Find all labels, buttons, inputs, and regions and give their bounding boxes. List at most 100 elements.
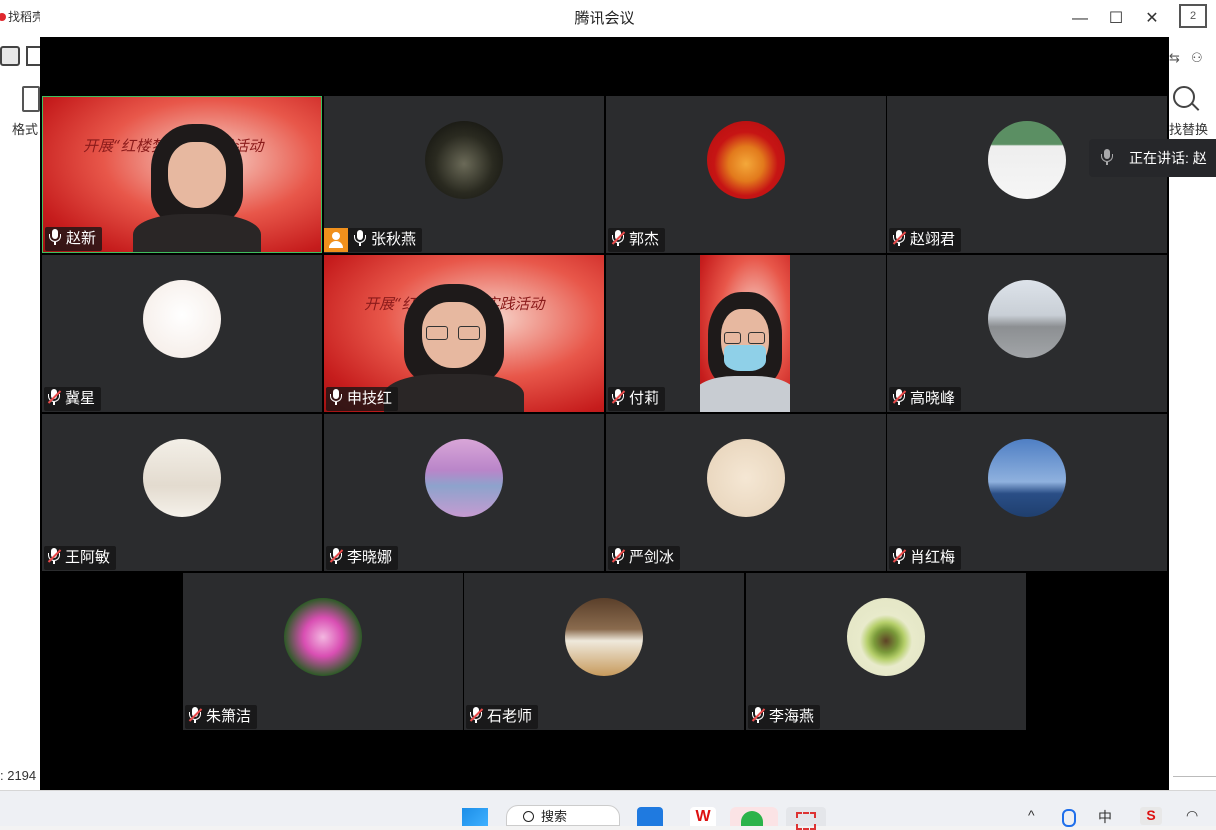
pink-flower-avatar [284, 598, 362, 676]
cat-under-globe-avatar [988, 121, 1066, 199]
muted-mic-icon [611, 548, 626, 564]
muted-mic-icon [611, 389, 626, 405]
participant-name-tag: 赵翊君 [889, 228, 962, 252]
user-add-icon[interactable]: ⚇ [1191, 50, 1203, 66]
participant-name-tag: 郭杰 [608, 228, 666, 252]
participant-tile[interactable]: 高晓峰 [887, 255, 1167, 412]
participant-tile[interactable]: 李晓娜 [324, 414, 604, 571]
participant-name-tag: 付莉 [608, 387, 666, 411]
step-icon[interactable]: ⇆ [1169, 50, 1180, 66]
participant-tile[interactable]: 郭杰 [606, 96, 886, 253]
participant-person [384, 284, 524, 412]
participant-name-tag: 申技红 [326, 387, 399, 411]
page-badge-icon[interactable]: 2 [1179, 4, 1207, 28]
muted-mic-icon [469, 707, 484, 723]
muted-mic-icon [751, 707, 766, 723]
taskbar: 搜索 W ^ 中 S ◠ [0, 790, 1216, 830]
sea-horizon-avatar [988, 439, 1066, 517]
find-replace-icon[interactable] [1173, 86, 1195, 108]
title-bar: 腾讯会议 — ☐ ✕ [40, 0, 1169, 37]
host-icon [324, 228, 348, 252]
camel-statue-avatar [425, 121, 503, 199]
mic-icon [1101, 149, 1113, 165]
snipping-tool-icon[interactable] [786, 807, 826, 830]
participant-name-tag: 石老师 [466, 705, 539, 729]
participant-tile[interactable]: 开展“红楼梦”教育实践活动 赵新 [42, 96, 322, 253]
wechat-app-icon[interactable] [730, 807, 778, 826]
participant-name: 朱箫洁 [206, 708, 252, 725]
wps-app-icon[interactable]: W [690, 807, 716, 826]
participant-tile[interactable]: 严剑冰 [606, 414, 886, 571]
meeting-window: 腾讯会议 — ☐ ✕ 开展“红楼梦”教育实践活动 赵新 张秋燕 郭杰 赵翊君 冀… [40, 0, 1169, 790]
participant-tile[interactable]: 开展“红楼梦”教育实践活动 申技红 [324, 255, 604, 412]
purple-sky-avatar [425, 439, 503, 517]
participant-tile[interactable]: 王阿敏 [42, 414, 322, 571]
participant-name: 付莉 [629, 390, 660, 407]
mic-icon [330, 389, 342, 405]
window-title: 腾讯会议 [574, 10, 635, 27]
participant-tile[interactable]: 肖红梅 [887, 414, 1167, 571]
winter-trees-avatar [143, 439, 221, 517]
participant-name-tag: 张秋燕 [324, 228, 423, 252]
participant-name: 申技红 [347, 390, 393, 407]
participant-tile[interactable]: 冀星 [42, 255, 322, 412]
participant-name: 赵新 [66, 230, 97, 247]
tray-mic-icon[interactable] [1062, 809, 1076, 827]
taskbar-search[interactable]: 搜索 [506, 805, 620, 826]
avocado-avatar [847, 598, 925, 676]
participant-name: 李晓娜 [347, 549, 393, 566]
participant-name-tag: 朱箫洁 [185, 705, 258, 729]
tray-wps-icon[interactable]: S [1140, 807, 1162, 825]
participant-name-tag: 冀星 [44, 387, 102, 411]
participant-name-tag: 王阿敏 [44, 546, 117, 570]
find-replace-label: 找替换 [1169, 122, 1209, 137]
tiger-avatar [707, 121, 785, 199]
muted-mic-icon [892, 230, 907, 246]
maximize-button[interactable]: ☐ [1098, 0, 1134, 37]
background-tab[interactable]: 找稻壳 [0, 8, 40, 30]
participant-name: 李海燕 [769, 708, 815, 725]
speaking-indicator: 正在讲话: 赵 [1089, 139, 1216, 177]
participant-tile[interactable]: 张秋燕 [324, 96, 604, 253]
input-method-icon[interactable]: 中 [1098, 807, 1112, 827]
speaking-text: 正在讲话: 赵 [1129, 150, 1207, 166]
save-icon[interactable] [0, 46, 20, 66]
white-goose-avatar [565, 598, 643, 676]
background-tab-label: 找稻壳 [8, 10, 40, 24]
participant-tile[interactable]: 付莉 [606, 255, 886, 412]
muted-mic-icon [892, 389, 907, 405]
sketch-girl-avatar [143, 280, 221, 358]
cartoon-umbrella-avatar [707, 439, 785, 517]
mic-icon [354, 230, 366, 246]
format-brush-icon[interactable] [22, 86, 40, 112]
minimize-button[interactable]: — [1062, 0, 1098, 37]
background-app-right-panel: 2 ⇆ ⚇ 找替换 [1169, 0, 1216, 790]
divider [1173, 776, 1216, 777]
close-button[interactable]: ✕ [1134, 0, 1170, 37]
wifi-icon[interactable]: ◠ [1186, 807, 1198, 824]
background-app-left-panel: 找稻壳 格式 : 2194 [0, 0, 42, 790]
muted-mic-icon [47, 548, 62, 564]
participant-tile[interactable]: 石老师 [464, 573, 744, 730]
stadium-photo-avatar [988, 280, 1066, 358]
participant-name: 冀星 [65, 390, 96, 407]
windows-start-icon[interactable] [462, 808, 488, 826]
photos-app-icon[interactable] [637, 807, 663, 826]
muted-mic-icon [329, 548, 344, 564]
participant-name-tag: 高晓峰 [889, 387, 962, 411]
tray-overflow-icon[interactable]: ^ [1028, 807, 1035, 823]
format-label: 格式 [12, 122, 39, 137]
muted-mic-icon [892, 548, 907, 564]
participant-tile[interactable]: 朱箫洁 [183, 573, 463, 730]
participant-tile[interactable]: 李海燕 [746, 573, 1026, 730]
participant-name: 石老师 [487, 708, 533, 725]
muted-mic-icon [47, 389, 62, 405]
record-icon [0, 13, 6, 21]
participant-name: 肖红梅 [910, 549, 956, 566]
mic-icon [49, 229, 61, 245]
video-feed [700, 255, 790, 412]
participant-name: 王阿敏 [65, 549, 111, 566]
muted-mic-icon [611, 230, 626, 246]
search-label: 搜索 [541, 809, 568, 824]
participant-name-tag: 李晓娜 [326, 546, 399, 570]
